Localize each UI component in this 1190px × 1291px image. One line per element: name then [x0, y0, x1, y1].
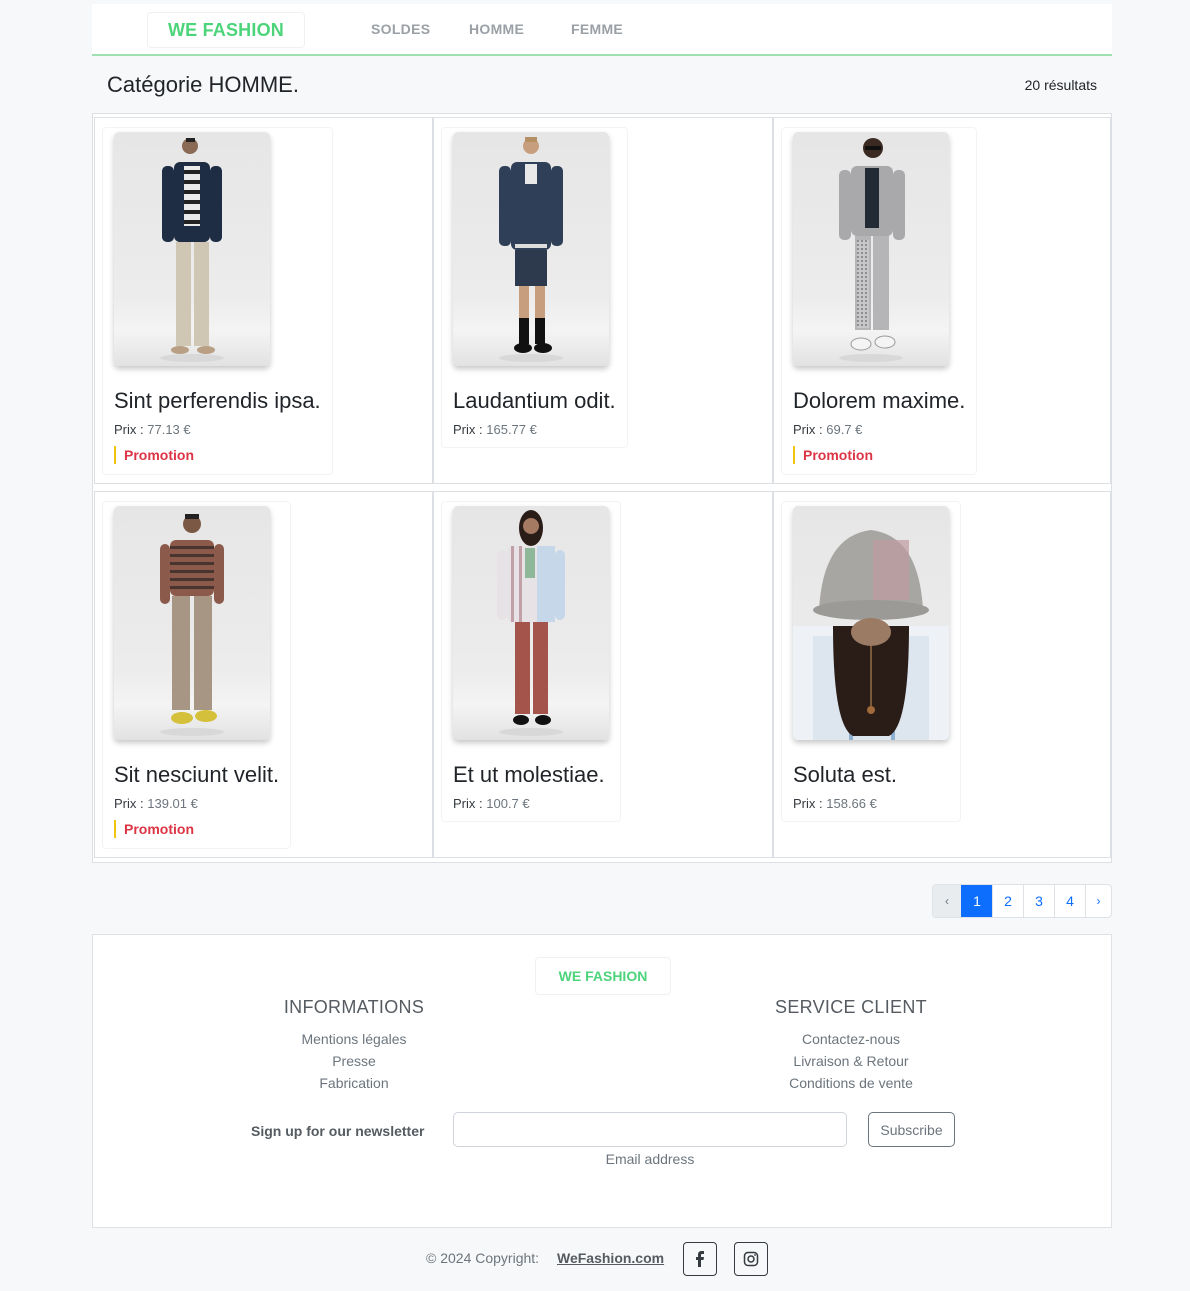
product-card[interactable]: Laudantium odit. Prix : 165.77 € [441, 127, 628, 448]
product-name[interactable]: Soluta est. [793, 762, 949, 788]
product-photo[interactable] [793, 132, 949, 366]
price-label: Prix : [453, 796, 483, 811]
facebook-glyph [696, 1251, 704, 1267]
pagination-next[interactable]: › [1085, 885, 1111, 917]
nav-link-homme[interactable]: HOMME [469, 21, 524, 37]
informations-column: INFORMATIONS Mentions légales Presse Fab… [224, 997, 484, 1094]
instagram-glyph [743, 1251, 759, 1267]
navbar: WE FASHION SOLDES HOMME FEMME [92, 4, 1112, 56]
product-cell: Dolorem maxime. Prix : 69.7 € Promotion [773, 117, 1111, 484]
product-price: Prix : 158.66 € [793, 796, 949, 811]
model-figure [499, 137, 563, 362]
product-cell: Laudantium odit. Prix : 165.77 € [433, 117, 773, 484]
price-value: 100.7 € [486, 796, 530, 811]
price-label: Prix : [793, 796, 823, 811]
link-presse[interactable]: Presse [224, 1050, 484, 1072]
product-card[interactable]: Soluta est. Prix : 158.66 € [781, 501, 961, 822]
pagination: ‹ 1 2 3 4 › [932, 884, 1112, 918]
newsletter-label: Sign up for our newsletter [251, 1123, 425, 1139]
newsletter-email-help: Email address [605, 1151, 695, 1167]
subscribe-button[interactable]: Subscribe [868, 1112, 955, 1147]
product-name[interactable]: Laudantium odit. [453, 388, 616, 414]
newsletter-email-input[interactable] [453, 1112, 847, 1147]
nav-link-soldes[interactable]: SOLDES [371, 21, 430, 37]
category-title: Catégorie HOMME. [107, 72, 299, 97]
copyright-text: © 2024 Copyright: [426, 1250, 540, 1266]
product-cell: Sit nesciunt velit. Prix : 139.01 € Prom… [94, 491, 433, 858]
product-photo[interactable] [793, 506, 949, 740]
product-photo[interactable] [453, 132, 609, 366]
price-value: 69.7 € [826, 422, 863, 437]
product-price: Prix : 100.7 € [453, 796, 609, 811]
price-label: Prix : [793, 422, 823, 437]
promotion-badge: Promotion [114, 820, 279, 838]
link-contactez-nous[interactable]: Contactez-nous [721, 1028, 981, 1050]
product-cell: Et ut molestiae. Prix : 100.7 € [433, 491, 773, 858]
informations-title: INFORMATIONS [283, 997, 425, 1017]
price-value: 158.66 € [826, 796, 877, 811]
result-count: 20 résultats [1024, 77, 1097, 93]
product-name[interactable]: Et ut molestiae. [453, 762, 609, 788]
page-1[interactable]: 1 [961, 885, 992, 917]
page-4[interactable]: 4 [1054, 885, 1085, 917]
product-card[interactable]: Dolorem maxime. Prix : 69.7 € Promotion [781, 127, 978, 475]
product-name[interactable]: Sint perferendis ipsa. [114, 388, 321, 414]
facebook-icon[interactable] [683, 1242, 717, 1276]
nav-link-femme[interactable]: FEMME [571, 21, 623, 37]
product-photo[interactable] [114, 132, 270, 366]
product-card[interactable]: Et ut molestiae. Prix : 100.7 € [441, 501, 621, 822]
product-card[interactable]: Sint perferendis ipsa. Prix : 77.13 € Pr… [102, 127, 333, 475]
product-price: Prix : 77.13 € [114, 422, 321, 437]
product-photo[interactable] [453, 506, 609, 740]
model-figure [839, 138, 905, 362]
footer-brand-logo[interactable]: WE FASHION [535, 957, 671, 995]
brand-logo[interactable]: WE FASHION [147, 12, 305, 48]
copyright-link[interactable]: WeFashion.com [557, 1250, 664, 1266]
price-label: Prix : [114, 796, 144, 811]
product-cell: Sint perferendis ipsa. Prix : 77.13 € Pr… [94, 117, 433, 484]
product-price: Prix : 69.7 € [793, 422, 965, 437]
price-value: 139.01 € [147, 796, 198, 811]
model-figure [160, 514, 224, 736]
product-name[interactable]: Sit nesciunt velit. [114, 762, 279, 788]
model-figure [497, 510, 565, 736]
product-card[interactable]: Sit nesciunt velit. Prix : 139.01 € Prom… [102, 501, 292, 849]
category-header: Catégorie HOMME. 20 résultats [92, 60, 1112, 112]
link-fabrication[interactable]: Fabrication [224, 1072, 484, 1094]
product-cell: Soluta est. Prix : 158.66 € [773, 491, 1111, 858]
copyright-bar: © 2024 Copyright: WeFashion.com [0, 1242, 1190, 1278]
instagram-icon[interactable] [734, 1242, 768, 1276]
product-price: Prix : 139.01 € [114, 796, 279, 811]
product-price: Prix : 165.77 € [453, 422, 616, 437]
page-3[interactable]: 3 [1023, 885, 1054, 917]
model-figure [160, 138, 224, 362]
promotion-badge: Promotion [793, 446, 965, 464]
link-mentions-legales[interactable]: Mentions légales [224, 1028, 484, 1050]
link-conditions-vente[interactable]: Conditions de vente [721, 1072, 981, 1094]
page-2[interactable]: 2 [992, 885, 1023, 917]
service-client-title: SERVICE CLIENT [775, 997, 927, 1017]
model-figure [793, 530, 949, 740]
footer: WE FASHION INFORMATIONS Mentions légales… [92, 934, 1112, 1228]
product-photo[interactable] [114, 506, 270, 740]
link-livraison-retour[interactable]: Livraison & Retour [721, 1050, 981, 1072]
promotion-badge: Promotion [114, 446, 321, 464]
price-label: Prix : [453, 422, 483, 437]
price-label: Prix : [114, 422, 144, 437]
price-value: 77.13 € [147, 422, 191, 437]
price-value: 165.77 € [486, 422, 537, 437]
product-grid: Sint perferendis ipsa. Prix : 77.13 € Pr… [92, 113, 1112, 863]
pagination-prev[interactable]: ‹ [933, 885, 961, 917]
product-name[interactable]: Dolorem maxime. [793, 388, 965, 414]
service-client-column: SERVICE CLIENT Contactez-nous Livraison … [721, 997, 981, 1094]
